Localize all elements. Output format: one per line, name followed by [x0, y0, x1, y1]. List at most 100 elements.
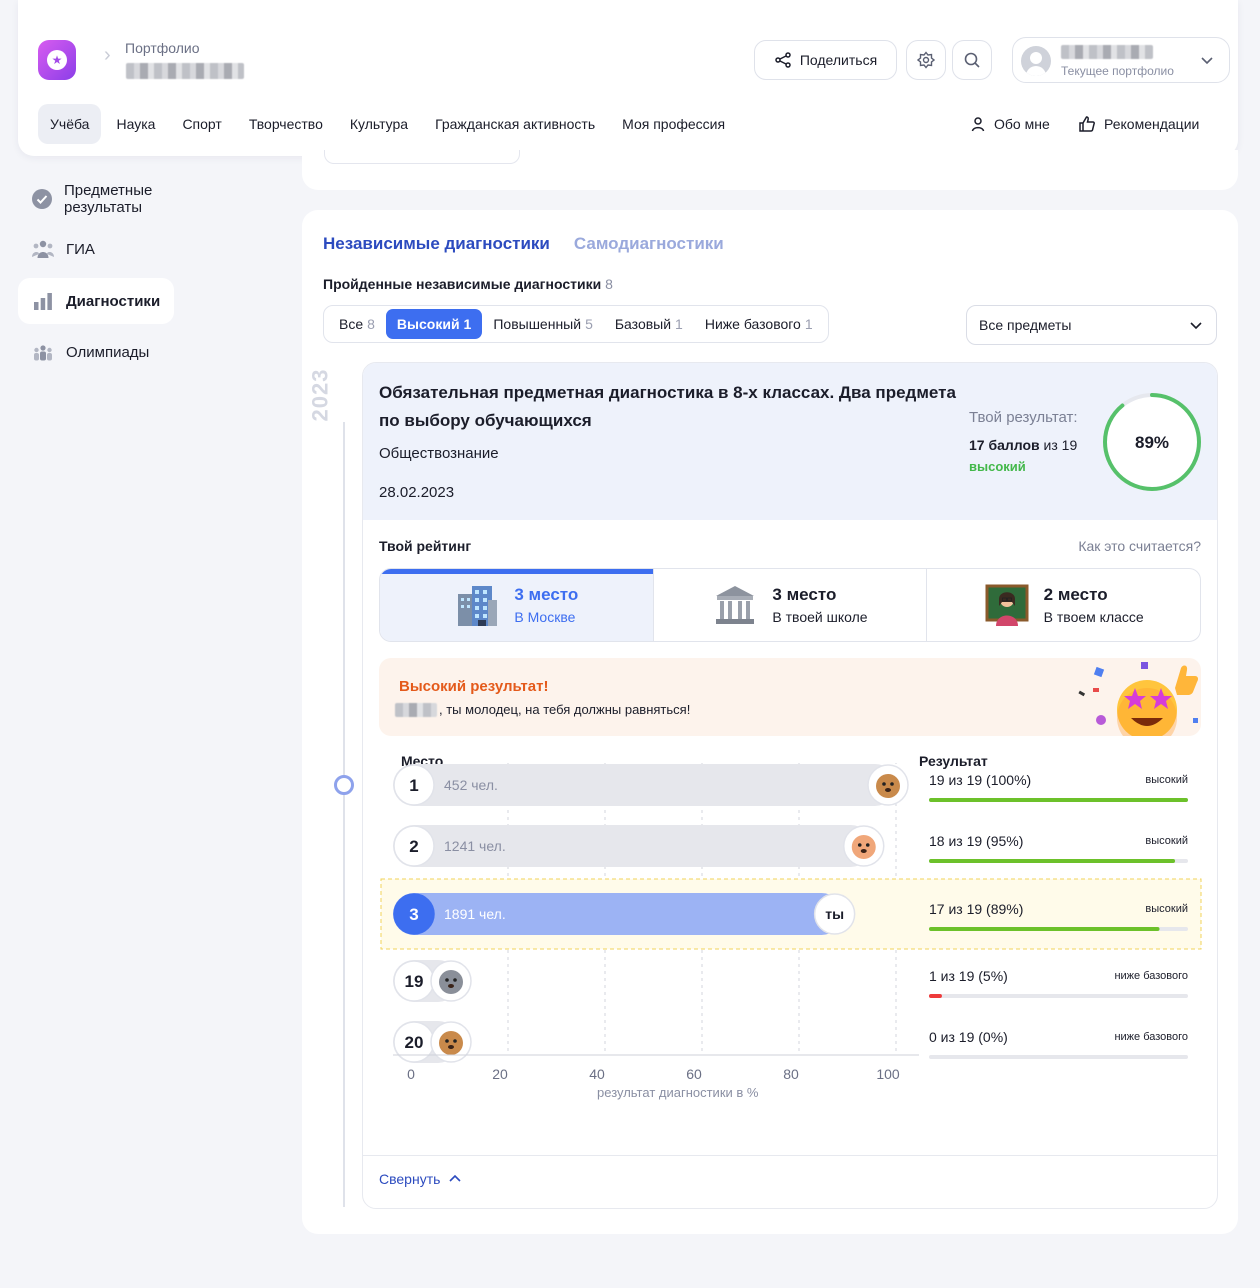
- place-class[interactable]: 2 место В твоем классе: [927, 569, 1200, 641]
- result-level: ниже базового: [1114, 970, 1188, 982]
- sidebar-item-label: Предметные результаты: [64, 182, 153, 216]
- nav-tab-sport[interactable]: Спорт: [170, 104, 233, 144]
- teacher-icon: [985, 584, 1029, 626]
- eye: [865, 843, 870, 847]
- nav-tab-science[interactable]: Наука: [104, 104, 167, 144]
- result-progress-ring: 89%: [1103, 393, 1201, 491]
- passed-title-text: Пройденные независимые диагностики: [323, 276, 602, 292]
- result-fill: [929, 798, 1188, 802]
- tab-independent-diagnostics[interactable]: Независимые диагностики: [323, 234, 550, 254]
- share-button[interactable]: Поделиться: [754, 40, 897, 80]
- chevron-up-icon: [449, 1174, 461, 1182]
- result-track: [929, 1055, 1188, 1059]
- about-me-link[interactable]: Обо мне: [970, 104, 1050, 144]
- subject-select[interactable]: Все предметы: [966, 305, 1217, 345]
- section-nav: Учёба Наука Спорт Творчество Культура Гр…: [38, 104, 740, 144]
- card-divider: [363, 1155, 1217, 1156]
- result-text: 1 из 19 (5%): [929, 968, 1008, 984]
- filter-label: Все: [339, 316, 364, 332]
- filter-count: 1: [463, 316, 472, 332]
- filter-all[interactable]: Все 8: [328, 309, 386, 339]
- filter-count: 5: [585, 316, 593, 332]
- result-fill: [929, 859, 1176, 863]
- x-tick-label: 20: [492, 1066, 508, 1082]
- eye: [445, 978, 449, 982]
- place-moscow[interactable]: 3 место В Москве: [380, 569, 654, 641]
- passed-diagnostics-title: Пройденные независимые диагностики 8: [323, 276, 613, 292]
- timeline-dot: [334, 775, 354, 795]
- people-icon: [30, 236, 56, 262]
- tab-self-diagnostics[interactable]: Самодиагностики: [574, 234, 724, 254]
- eye: [453, 1039, 457, 1043]
- passed-count: 8: [605, 276, 613, 292]
- search-button[interactable]: [952, 40, 992, 80]
- diagnostics-tabs: Независимые диагностики Самодиагностики: [323, 234, 724, 254]
- city-building-icon: [458, 586, 498, 626]
- result-fill: [929, 994, 942, 998]
- x-tick-label: 60: [686, 1066, 702, 1082]
- recommendations-link[interactable]: Рекомендации: [1078, 104, 1199, 144]
- chevron-down-icon: [1201, 57, 1213, 65]
- settings-button[interactable]: [906, 40, 946, 80]
- nose: [885, 788, 891, 792]
- nav-tab-creativity[interactable]: Творчество: [237, 104, 335, 144]
- nav-tab-civic[interactable]: Гражданская активность: [423, 104, 607, 144]
- gear-icon: [917, 51, 935, 69]
- nav-tab-culture[interactable]: Культура: [338, 104, 420, 144]
- place-number: 19: [405, 972, 424, 991]
- sidebar-item-diagnostics[interactable]: Диагностики: [18, 278, 174, 324]
- diagnostic-card: Обязательная предметная диагностика в 8-…: [362, 362, 1218, 1209]
- collapse-button[interactable]: Свернуть: [379, 1171, 462, 1187]
- you-label: ты: [825, 906, 844, 922]
- people-count: 1891 чел.: [444, 906, 506, 922]
- sidebar-item-gia[interactable]: ГИА: [18, 226, 174, 272]
- x-tick-label: 0: [407, 1066, 415, 1082]
- raccoon-icon: [439, 970, 463, 994]
- nav-tab-study[interactable]: Учёба: [38, 104, 102, 144]
- share-icon: [775, 52, 791, 68]
- diagnostics-panel: Независимые диагностики Самодиагностики …: [302, 210, 1238, 1234]
- sidebar-item-label: ГИА: [66, 240, 95, 258]
- user-portfolio-switcher[interactable]: Текущее портфолио: [1012, 37, 1230, 83]
- crown-icon: ♛: [407, 763, 420, 764]
- leaderboard-chart: 1 ♛ 452 чел. 19 из 19 (100%) высокий 2 1241 че…: [380, 763, 1202, 1100]
- sidebar-item-subject-results[interactable]: Предметные результаты: [18, 176, 174, 222]
- collapse-label: Свернуть: [379, 1171, 441, 1187]
- nav-tab-profession[interactable]: Моя профессия: [610, 104, 737, 144]
- search-icon: [964, 52, 980, 68]
- how-calculated-link[interactable]: Как это считается?: [1078, 538, 1201, 554]
- place-scope: В твоем классе: [1043, 609, 1144, 625]
- user-subtitle: Текущее портфолио: [1061, 64, 1174, 78]
- portfolio-label: Портфолио: [125, 40, 200, 56]
- result-level: ниже базового: [1114, 1031, 1188, 1043]
- place-number: 1: [409, 776, 418, 795]
- banner-text: , ты молодец, на тебя должны равняться!: [439, 702, 691, 717]
- check-badge-icon: [30, 186, 54, 212]
- level-filter-group: Все 8 Высокий 1 Повышенный 5 Базовый 1 Ниже …: [323, 305, 829, 343]
- group-icon: [30, 339, 56, 365]
- place-school[interactable]: 3 место В твоей школе: [654, 569, 928, 641]
- filter-high[interactable]: Высокий 1: [385, 309, 483, 339]
- place-scope: В твоей школе: [772, 609, 868, 625]
- chevron-down-icon: [1190, 322, 1202, 330]
- eye: [445, 1039, 449, 1043]
- year-text: 2023: [307, 368, 333, 422]
- recommendations-label: Рекомендации: [1104, 116, 1200, 132]
- chevron-right-icon: ›: [104, 44, 111, 66]
- diagnostic-date: 28.02.2023: [379, 484, 455, 501]
- sidebar-item-olympiads[interactable]: Олимпиады: [18, 329, 174, 375]
- filter-below-basic[interactable]: Ниже базового 1: [694, 309, 824, 339]
- result-score: 17 баллов из 19: [969, 437, 1077, 453]
- student-name-blurred: [395, 702, 437, 717]
- sidebar-item-label: Олимпиады: [66, 343, 150, 361]
- filter-advanced[interactable]: Повышенный 5: [482, 309, 604, 339]
- result-label: Твой результат:: [969, 409, 1078, 426]
- people-count: 1241 чел.: [444, 838, 506, 854]
- place-number: 3: [409, 905, 418, 924]
- dog-icon: [439, 1031, 463, 1055]
- filter-basic[interactable]: Базовый 1: [604, 309, 694, 339]
- result-level: высокий: [969, 459, 1026, 474]
- rating-title: Твой рейтинг: [379, 538, 472, 554]
- top-header: ★ › Портфолио Поделиться Текущее портфол…: [18, 0, 1238, 156]
- app-logo[interactable]: ★: [38, 40, 76, 80]
